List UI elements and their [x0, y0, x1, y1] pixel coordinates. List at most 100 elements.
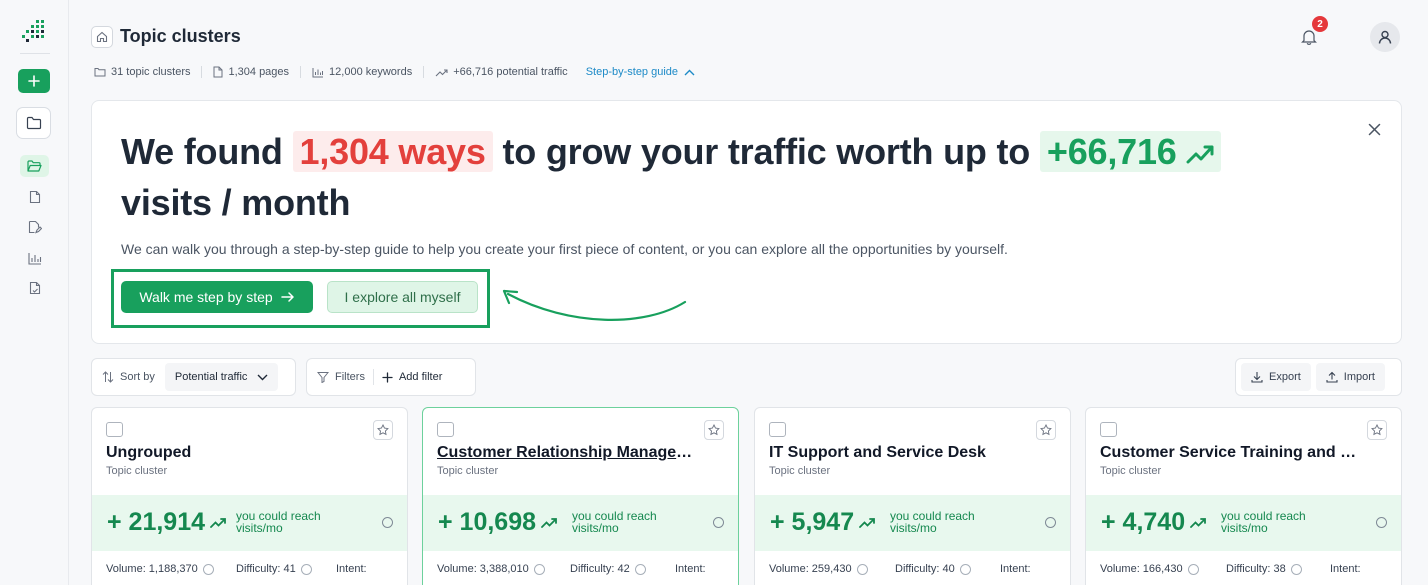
filter-icon	[317, 372, 329, 383]
card-title[interactable]: Ungrouped	[106, 444, 368, 462]
traffic-panel: + 10,698 you could reach visits/mo	[423, 495, 738, 551]
info-icon[interactable]	[959, 563, 971, 575]
info-icon[interactable]	[1187, 563, 1199, 575]
volume-metric: Volume: 1,188,370	[106, 563, 236, 575]
plus-icon	[382, 371, 393, 383]
info-icon[interactable]	[1290, 563, 1302, 575]
topic-cluster-card[interactable]: Customer Relationship Management Softwar…	[422, 407, 739, 585]
traffic-number: + 21,914	[107, 508, 206, 536]
filter-control: Filters Add filter	[306, 358, 476, 396]
favorite-button[interactable]	[704, 420, 724, 440]
arrow-right-icon	[280, 292, 294, 302]
visits-value: +66,716	[1046, 131, 1177, 172]
info-icon[interactable]	[300, 563, 312, 575]
stat-keywords: 12,000 keywords	[312, 66, 412, 78]
card-checkbox[interactable]	[106, 422, 123, 437]
plus-icon	[28, 75, 40, 87]
traffic-panel: + 5,947 you could reach visits/mo	[755, 495, 1070, 551]
traffic-panel: + 4,740 you could reach visits/mo	[1086, 495, 1401, 551]
sort-label: Sort by	[102, 371, 155, 383]
app-logo-icon[interactable]	[22, 20, 48, 42]
traffic-description: you could reach visits/mo	[572, 509, 657, 535]
star-icon	[377, 424, 389, 436]
import-button[interactable]: Import	[1315, 363, 1385, 391]
stat-pages: 1,304 pages	[213, 66, 289, 78]
card-title[interactable]: Customer Relationship Management Softwar…	[437, 444, 699, 462]
difficulty-text: Difficulty: 41	[236, 563, 296, 575]
topic-cluster-card[interactable]: IT Support and Service Desk Topic cluste…	[754, 407, 1071, 585]
topic-cluster-card[interactable]: Ungrouped Topic cluster + 21,914 you cou…	[91, 407, 408, 585]
favorite-button[interactable]	[373, 420, 393, 440]
export-label: Export	[1269, 371, 1301, 383]
sidebar-item-topic-clusters[interactable]	[20, 155, 49, 177]
card-checkbox[interactable]	[437, 422, 454, 437]
headline-text: We found	[121, 131, 283, 172]
trend-up-icon	[1186, 145, 1214, 164]
topic-cluster-card[interactable]: Customer Service Training and Support To…	[1085, 407, 1402, 585]
info-icon[interactable]	[713, 517, 724, 528]
filters-label-text: Filters	[335, 371, 365, 383]
page-icon	[29, 190, 40, 204]
traffic-number: + 4,740	[1101, 508, 1186, 536]
pointer-arrow-icon	[502, 289, 687, 321]
card-checkbox[interactable]	[1100, 422, 1117, 437]
sidebar-divider	[20, 53, 50, 54]
traffic-description: you could reach visits/mo	[236, 509, 321, 535]
sidebar-item-reports[interactable]	[20, 277, 49, 299]
info-icon[interactable]	[856, 563, 868, 575]
card-checkbox[interactable]	[769, 422, 786, 437]
sort-label-text: Sort by	[120, 371, 155, 383]
trend-up-icon	[210, 518, 226, 528]
card-title[interactable]: Customer Service Training and Support	[1100, 444, 1362, 462]
user-icon	[1378, 30, 1392, 44]
difficulty-text: Difficulty: 42	[570, 563, 630, 575]
import-label: Import	[1343, 371, 1375, 383]
trend-up-icon	[859, 518, 876, 528]
sidebar-item-pages[interactable]	[20, 186, 49, 208]
sidebar	[0, 0, 69, 585]
card-metrics: Volume: 3,388,010 Difficulty: 42 Intent:	[437, 563, 737, 575]
traffic-value: + 4,740	[1101, 508, 1207, 537]
stat-text: 12,000 keywords	[329, 66, 413, 78]
sidebar-item-analytics[interactable]	[20, 247, 49, 269]
add-filter-label: Add filter	[398, 371, 443, 383]
intent-text: Intent:	[1000, 563, 1031, 575]
step-by-step-guide-link[interactable]: Step-by-step guide	[586, 66, 695, 78]
card-title[interactable]: IT Support and Service Desk	[769, 444, 1031, 462]
export-button[interactable]: Export	[1241, 363, 1311, 391]
user-avatar-button[interactable]	[1370, 22, 1400, 52]
stat-traffic: +66,716 potential traffic	[435, 66, 568, 78]
explore-myself-button[interactable]: I explore all myself	[327, 281, 478, 313]
chevron-up-icon	[684, 69, 695, 75]
info-icon[interactable]	[533, 563, 545, 575]
stats-bar: 31 topic clusters 1,304 pages 12,000 key…	[94, 66, 695, 78]
card-subtitle: Topic cluster	[1100, 465, 1162, 477]
difficulty-metric: Difficulty: 40	[895, 563, 1000, 575]
add-button[interactable]	[18, 69, 50, 93]
walk-me-step-by-step-button[interactable]: Walk me step by step	[121, 281, 313, 313]
info-icon[interactable]	[382, 517, 393, 528]
traffic-number: + 5,947	[770, 508, 855, 536]
favorite-button[interactable]	[1367, 420, 1387, 440]
trend-up-icon	[1190, 518, 1207, 528]
sidebar-item-editor[interactable]	[20, 216, 49, 238]
sort-select[interactable]: Potential traffic	[164, 363, 279, 391]
banner-description: We can walk you through a step-by-step g…	[121, 241, 1008, 257]
info-icon[interactable]	[634, 563, 646, 575]
banner-headline: We found 1,304 ways to grow your traffic…	[121, 126, 1281, 228]
favorite-button[interactable]	[1036, 420, 1056, 440]
info-icon[interactable]	[202, 563, 214, 575]
filters-label: Filters	[317, 371, 365, 383]
chevron-down-icon	[257, 374, 268, 380]
traffic-number: + 10,698	[438, 508, 537, 536]
headline-text: to grow your traffic worth up to	[502, 131, 1031, 172]
sort-select-value: Potential traffic	[174, 371, 248, 383]
intent-metric: Intent:	[1000, 563, 1031, 575]
projects-button[interactable]	[16, 107, 51, 139]
card-subtitle: Topic cluster	[437, 465, 499, 477]
close-banner-button[interactable]	[1364, 119, 1384, 139]
add-filter-button[interactable]: Add filter	[382, 371, 442, 383]
home-button[interactable]	[91, 26, 113, 48]
info-icon[interactable]	[1376, 517, 1387, 528]
info-icon[interactable]	[1045, 517, 1056, 528]
